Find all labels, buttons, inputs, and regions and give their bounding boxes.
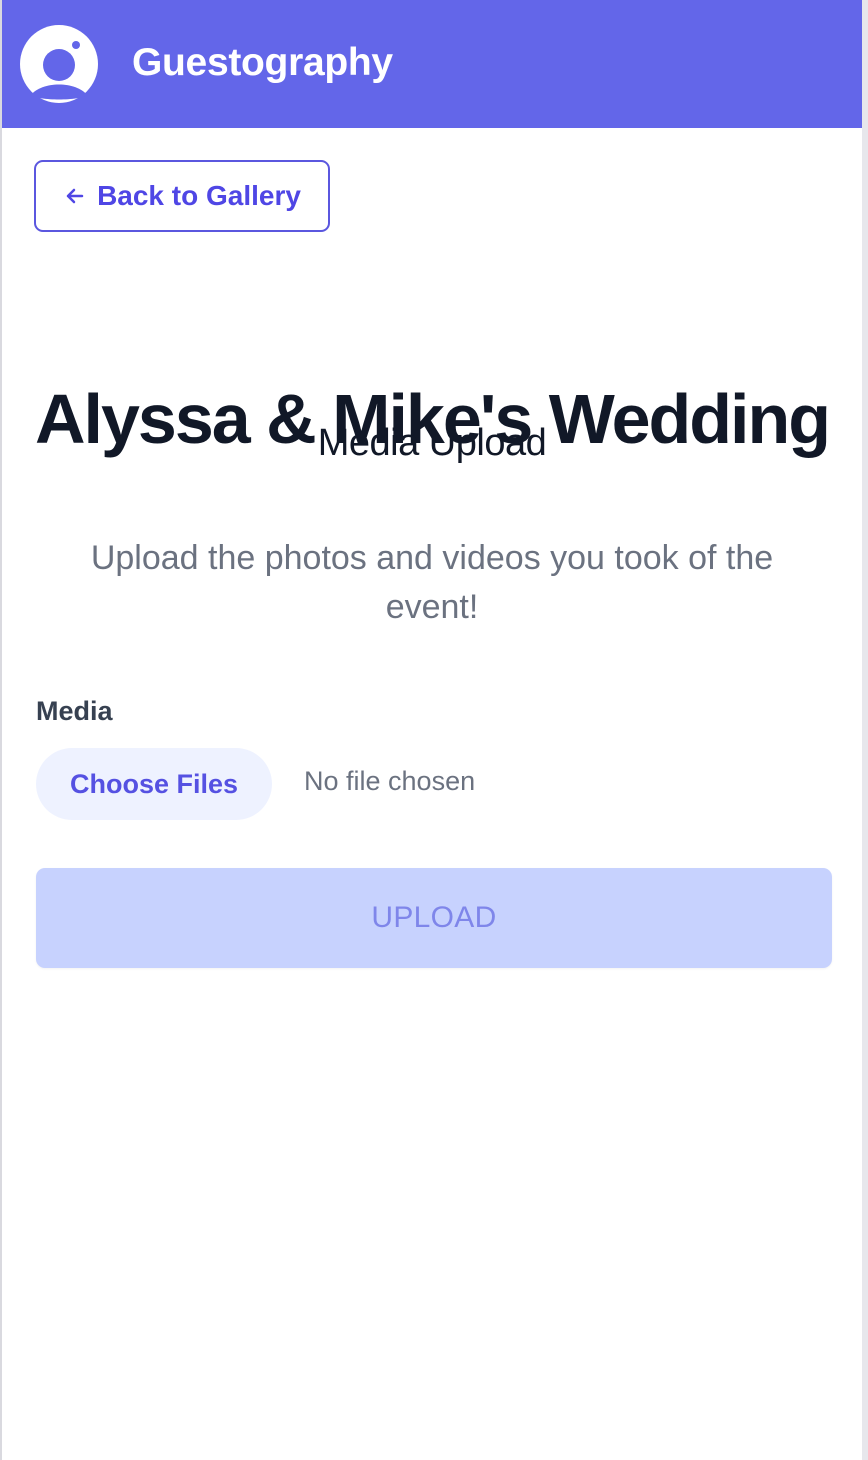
upload-page: Guestography Back to Gallery Alyssa & Mi… — [0, 0, 868, 1460]
upload-button[interactable]: UPLOAD — [36, 868, 832, 968]
media-field-label: Media — [36, 696, 113, 726]
camera-lens-icon — [20, 25, 98, 103]
choose-files-button[interactable]: Choose Files — [36, 748, 272, 820]
upload-instructions: Upload the photos and videos you took of… — [90, 539, 774, 626]
back-to-gallery-button[interactable]: Back to Gallery — [34, 160, 330, 232]
page-subtitle: Media Upload — [317, 422, 547, 464]
back-button-label: Back to Gallery — [97, 180, 301, 211]
brand-name[interactable]: Guestography — [132, 41, 393, 85]
arrow-left-icon — [66, 188, 84, 204]
app-header: Guestography — [2, 0, 862, 128]
file-status-text: No file chosen — [304, 766, 476, 796]
